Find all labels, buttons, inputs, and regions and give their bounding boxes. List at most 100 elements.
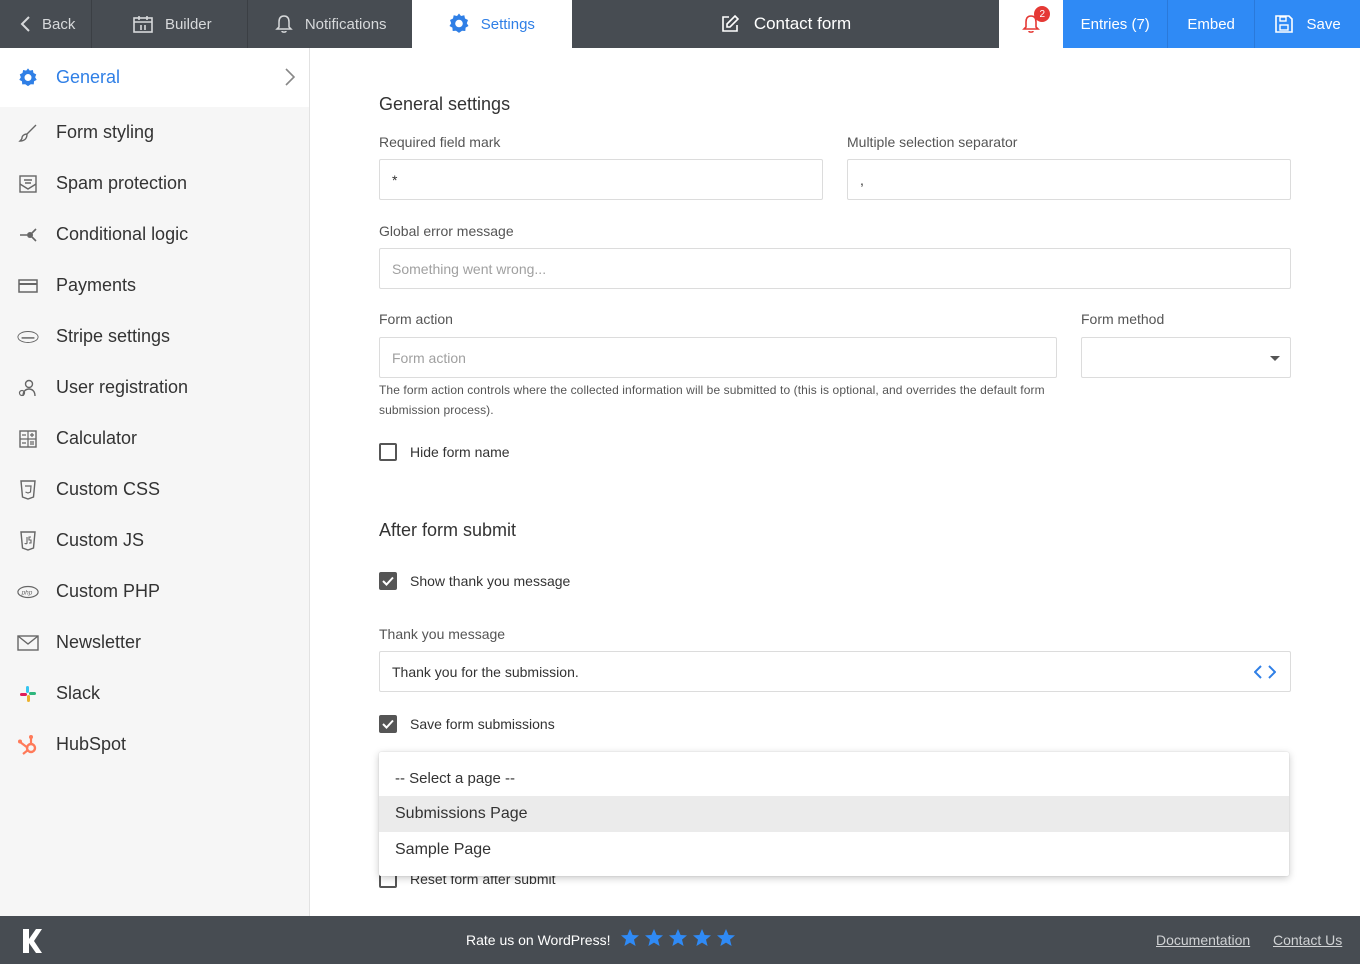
sidebar-item-custom-js[interactable]: Custom JS [0, 515, 309, 566]
show-thank-you-option[interactable]: Show thank you message [379, 572, 570, 590]
sidebar-item-label: Custom JS [56, 530, 145, 550]
after-submit-heading: After form submit [379, 520, 517, 540]
back-button[interactable]: Back [0, 0, 92, 48]
top-bar: Back Builder Notifications Settings Cont… [0, 0, 1360, 48]
star-icon[interactable] [716, 928, 736, 948]
required-mark-label: Required field mark [379, 134, 501, 150]
sidebar-item-spam-protection[interactable]: Spam protection [0, 158, 309, 209]
notifications-label: Notifications [304, 15, 387, 33]
sidebar-item-label: General [56, 67, 121, 87]
sidebar-item-label: HubSpot [56, 734, 127, 754]
chevron-left-icon [20, 16, 30, 32]
settings-sidebar: General Form styling Spam protection Con… [0, 48, 310, 916]
chevron-right-icon [285, 68, 295, 86]
spam-icon [17, 173, 39, 195]
star-icon[interactable] [620, 928, 640, 948]
dropdown-option[interactable]: -- Select a page -- [379, 760, 1289, 796]
sidebar-item-label: Calculator [56, 428, 138, 448]
sidebar-item-label: Custom PHP [56, 581, 161, 601]
svg-text:php: php [21, 589, 33, 596]
form-title[interactable]: Contact form [572, 0, 1000, 48]
code-icon[interactable] [1254, 664, 1276, 680]
builder-icon [133, 16, 153, 33]
sidebar-item-label: Form styling [56, 122, 155, 142]
show-thank-you-checkbox[interactable] [379, 572, 397, 590]
js-icon [17, 530, 39, 552]
documentation-link[interactable]: Documentation [1156, 932, 1250, 948]
brush-icon [17, 122, 39, 144]
form-method-select[interactable] [1081, 337, 1291, 378]
save-submissions-label: Save form submissions [410, 716, 555, 732]
embed-label: Embed [1187, 15, 1235, 33]
builder-tab[interactable]: Builder [92, 0, 248, 48]
sidebar-item-custom-css[interactable]: Custom CSS [0, 464, 309, 515]
user-icon [17, 377, 39, 399]
page-select-dropdown: -- Select a page -- Submissions Page Sam… [379, 752, 1289, 876]
slack-icon [17, 683, 39, 705]
entries-button[interactable]: Entries (7) [1063, 0, 1168, 48]
form-method-label: Form method [1081, 311, 1165, 327]
entries-label: Entries (7) [1080, 15, 1150, 33]
embed-button[interactable]: Embed [1167, 0, 1255, 48]
form-action-field[interactable]: Form action [379, 337, 1057, 378]
star-icon[interactable] [692, 928, 712, 948]
rate-text: Rate us on WordPress! [466, 932, 611, 948]
global-error-label: Global error message [379, 223, 514, 239]
sidebar-item-user-registration[interactable]: User registration [0, 362, 309, 413]
sidebar-item-payments[interactable]: Payments [0, 260, 309, 311]
css-icon [17, 479, 39, 501]
sidebar-item-label: Conditional logic [56, 224, 189, 244]
sidebar-item-conditional-logic[interactable]: Conditional logic [0, 209, 309, 260]
contact-us-link[interactable]: Contact Us [1273, 932, 1342, 948]
check-icon [382, 719, 394, 729]
separator-field[interactable]: , [847, 159, 1291, 200]
show-thank-you-label: Show thank you message [410, 573, 571, 589]
hubspot-icon [17, 734, 39, 756]
general-settings-heading: General settings [379, 94, 511, 114]
back-label: Back [42, 15, 76, 33]
rating-stars[interactable] [620, 928, 740, 948]
calculator-icon [17, 428, 39, 450]
sidebar-item-stripe-settings[interactable]: Stripe settings [0, 311, 309, 362]
form-action-label: Form action [379, 311, 453, 327]
caret-down-icon [1270, 356, 1280, 361]
settings-tab[interactable]: Settings [411, 0, 572, 48]
save-submissions-option[interactable]: Save form submissions [379, 715, 555, 733]
brand-logo[interactable] [22, 928, 42, 954]
sidebar-item-calculator[interactable]: Calculator [0, 413, 309, 464]
dropdown-option[interactable]: Submissions Page [379, 796, 1289, 832]
sidebar-item-general[interactable]: General [0, 48, 309, 107]
thank-you-label: Thank you message [379, 626, 506, 642]
notification-bell[interactable]: 2 [999, 0, 1064, 48]
star-icon[interactable] [668, 928, 688, 948]
footer-bar: Rate us on WordPress! Documentation Cont… [0, 916, 1360, 964]
separator-label: Multiple selection separator [847, 134, 1018, 150]
sidebar-item-label: Spam protection [56, 173, 188, 193]
notifications-tab[interactable]: Notifications [248, 0, 412, 48]
sidebar-item-form-styling[interactable]: Form styling [0, 107, 309, 158]
sidebar-item-hubspot[interactable]: HubSpot [0, 719, 309, 770]
dropdown-option[interactable]: Sample Page [379, 832, 1289, 868]
form-title-text: Contact form [753, 14, 852, 33]
gear-icon [17, 67, 39, 89]
builder-label: Builder [164, 15, 212, 33]
envelope-icon [17, 632, 39, 654]
sidebar-item-slack[interactable]: Slack [0, 668, 309, 719]
hide-form-name-checkbox[interactable] [379, 443, 397, 461]
save-submissions-checkbox[interactable] [379, 715, 397, 733]
bell-icon [275, 15, 293, 33]
sidebar-item-label: Payments [56, 275, 137, 295]
required-mark-field[interactable]: * [379, 159, 823, 200]
global-error-field[interactable]: Something went wrong... [379, 248, 1291, 289]
notification-badge: 2 [1034, 6, 1051, 22]
edit-icon [722, 14, 739, 32]
sidebar-item-newsletter[interactable]: Newsletter [0, 617, 309, 668]
hide-form-name-option[interactable]: Hide form name [379, 443, 510, 461]
save-label: Save [1306, 15, 1341, 33]
star-icon[interactable] [644, 928, 664, 948]
card-icon [17, 275, 39, 297]
stripe-icon [17, 326, 39, 348]
sidebar-item-custom-php[interactable]: php Custom PHP [0, 566, 309, 617]
thank-you-field[interactable]: Thank you for the submission. [379, 651, 1291, 692]
save-button[interactable]: Save [1254, 0, 1360, 48]
